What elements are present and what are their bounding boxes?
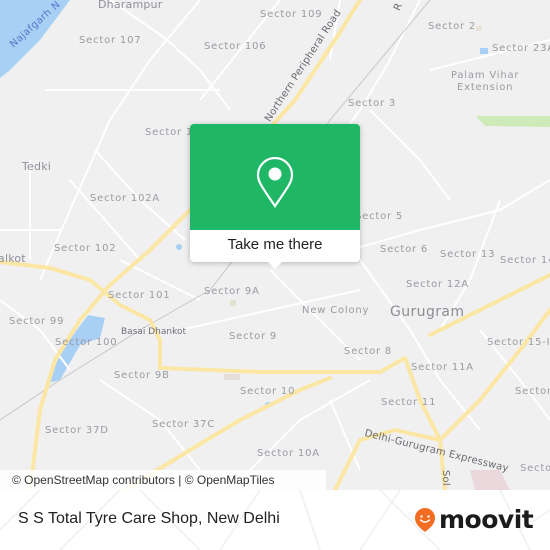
place-name: S S Total Tyre Care Shop, New Delhi [18,510,280,527]
place-label-sector-east: Sector [515,386,550,397]
landuse-sector-2 [476,26,482,31]
place-label-sector-3: Sector 3 [348,98,397,109]
map-attribution[interactable]: © OpenStreetMap contributors | © OpenMap… [0,470,326,490]
place-label-sector-102: Sector 102 [54,243,117,254]
place-label-new-colony: New Colony [302,305,370,316]
place-label-sector-9: Sector 9 [229,331,278,342]
place-label-sector-2: Sector 2 [428,21,477,32]
place-label-gurugram: Gurugram [390,304,465,320]
place-label-sector-37d: Sector 37D [45,425,109,436]
location-pin-icon [256,156,294,208]
place-label-palam-vihar: Palam Vihar [451,70,520,81]
place-label-sector-101: Sector 101 [108,290,171,301]
place-label-sector-5: Sector 5 [355,211,404,222]
take-me-there-button[interactable]: Take me there [190,230,360,262]
place-label-tedki: Tedki [22,160,52,173]
water-sector-5 [176,244,182,250]
place-label-sector-106: Sector 106 [204,41,267,52]
place-label-sector-6: Sector 6 [380,244,429,255]
place-label-sector-10: Sector 10 [240,386,296,397]
location-popup: Take me there [190,124,360,269]
place-label-sector-109: Sector 109 [260,9,323,20]
place-label-sector-13: Sector 13 [440,249,496,260]
place-label-palam-vihar-extension: Extension [457,82,514,93]
place-label-sector-12a: Sector 12A [406,279,469,290]
road-label-sohna: Sol [440,470,451,486]
moovit-pin-smiley-icon [415,508,435,532]
landuse-sector-9a [230,300,236,306]
place-label-sector-11a: Sector 11A [411,362,474,373]
place-label-sector-10a: Sector 10A [257,448,320,459]
landuse-sector-9b [224,374,240,380]
footer-bar: S S Total Tyre Care Shop, New Delhi moov… [0,490,550,550]
water-sector-23a [480,48,488,54]
place-label-alkot: alkot [0,252,26,265]
park-green-strip [476,116,550,127]
place-label-sector-99: Sector 99 [9,316,65,327]
place-label-sector-23a: Sector 23A [492,43,550,54]
place-label-sector-11: Sector 11 [381,397,437,408]
place-label-basai-dhankot: Basai Dhankot [121,327,187,337]
place-label-sector-southeast: Sector [520,463,550,474]
place-label-sector-37c: Sector 37C [152,419,216,430]
moovit-wordmark: moovit [439,504,534,534]
place-label-sector-9a: Sector 9A [204,286,260,297]
place-label-sector-8: Sector 8 [344,346,393,357]
place-label-sector-102a: Sector 102A [90,193,161,204]
place-label-sector-1: Sector 1 [145,127,194,138]
popup-tail [267,261,283,269]
map-view[interactable]: Najafgarh N Dharampur Sector 109 Sector … [0,0,550,490]
place-label-sector-14: Sector 14 [500,255,550,266]
place-label-sector-100: Sector 100 [55,337,118,348]
place-label-sector-9b: Sector 9B [114,370,170,381]
place-label-sector-107: Sector 107 [79,35,142,46]
moovit-logo[interactable]: moovit [414,504,534,536]
place-label-sector-15-ii: Sector 15-II [487,337,550,348]
place-label-dharampur: Dharampur [98,0,163,11]
popup-header [190,124,360,230]
